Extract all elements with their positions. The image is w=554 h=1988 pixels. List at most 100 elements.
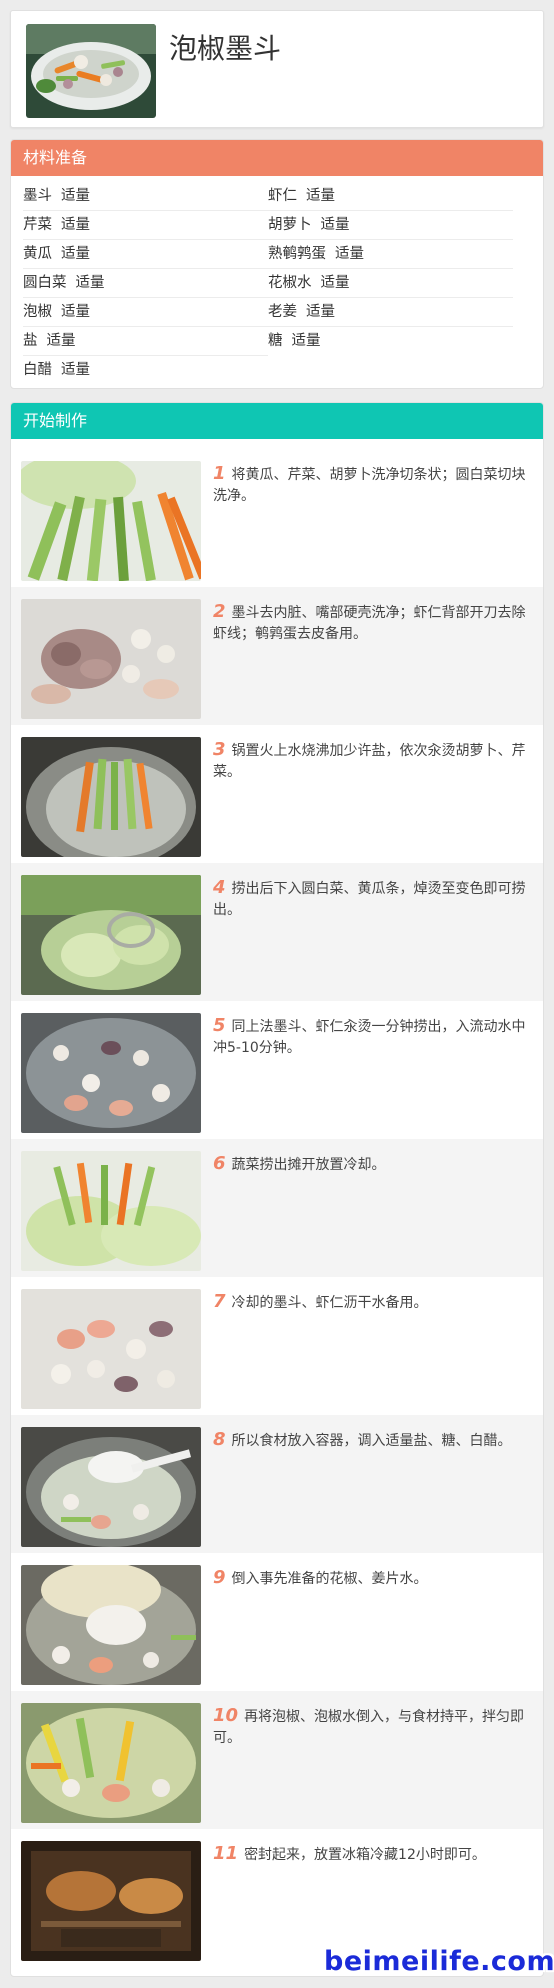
- step-image[interactable]: [21, 1427, 201, 1547]
- step-image[interactable]: [21, 599, 201, 719]
- ingredient-qty: 适量: [46, 333, 76, 349]
- step-image[interactable]: [21, 1013, 201, 1133]
- step-item: 7 冷却的墨斗、虾仁沥干水备用。: [11, 1277, 543, 1415]
- ingredient-name: 熟鹌鹑蛋: [268, 246, 326, 262]
- ingredient-qty: 适量: [61, 188, 90, 204]
- ingredient-qty: 适量: [61, 217, 90, 233]
- ingredient-item: 黄瓜 适量: [23, 240, 268, 269]
- step-image[interactable]: [21, 1703, 201, 1823]
- recipe-cover-image[interactable]: [26, 24, 156, 118]
- ingredient-item: 白醋 适量: [23, 356, 268, 385]
- step-number: 1: [213, 463, 226, 484]
- ingredient-qty: 适量: [306, 188, 335, 204]
- step-number: 7: [213, 1291, 226, 1312]
- step-image[interactable]: [21, 737, 201, 857]
- step-image[interactable]: [21, 1151, 201, 1271]
- step-text-wrap: 2 墨斗去内脏、嘴部硬壳洗净；虾仁背部开刀去除虾线；鹌鹑蛋去皮备用。: [213, 601, 531, 645]
- step-image[interactable]: [21, 461, 201, 581]
- ingredient-item: 盐适量: [23, 327, 268, 356]
- step-item: 2 墨斗去内脏、嘴部硬壳洗净；虾仁背部开刀去除虾线；鹌鹑蛋去皮备用。: [11, 587, 543, 725]
- steps-section: 开始制作 1 将黄瓜、芹菜、胡萝卜洗净切条状；圆白菜切块洗净。 2 墨斗去内脏、…: [10, 402, 544, 1977]
- ingredient-item: 圆白菜 适量: [23, 269, 268, 298]
- ingredient-item: 泡椒 适量: [23, 298, 268, 327]
- ingredient-qty: 适量: [306, 304, 335, 320]
- ingredient-name: 圆白菜: [23, 275, 67, 291]
- step-text: 同上法墨斗、虾仁汆烫一分钟捞出，入流动水中冲5-10分钟。: [213, 1019, 526, 1056]
- step-text-wrap: 9 倒入事先准备的花椒、姜片水。: [213, 1567, 531, 1590]
- step-text-wrap: 7 冷却的墨斗、虾仁沥干水备用。: [213, 1291, 531, 1314]
- ingredient-qty: 适量: [291, 333, 321, 349]
- ingredient-name: 盐: [23, 333, 38, 349]
- step-number: 11: [213, 1843, 239, 1864]
- step-text-wrap: 6 蔬菜捞出摊开放置冷却。: [213, 1153, 531, 1176]
- ingredient-qty: 适量: [61, 246, 90, 262]
- step-item: 5 同上法墨斗、虾仁汆烫一分钟捞出，入流动水中冲5-10分钟。: [11, 1001, 543, 1139]
- ingredient-item: 虾仁 适量: [268, 182, 513, 211]
- site-watermark: beimeilife.com: [324, 1946, 554, 1977]
- step-text: 密封起来，放置冰箱冷藏12小时即可。: [244, 1847, 486, 1863]
- recipe-title: 泡椒墨斗: [169, 32, 282, 65]
- ingredient-name: 芹菜: [23, 217, 52, 233]
- ingredient-name: 白醋: [23, 362, 52, 378]
- step-number: 2: [213, 601, 226, 622]
- step-item: 8 所以食材放入容器，调入适量盐、糖、白醋。: [11, 1415, 543, 1553]
- ingredient-item: 胡萝卜 适量: [268, 211, 513, 240]
- ingredient-qty: 适量: [320, 217, 350, 233]
- ingredient-name: 老姜: [268, 304, 297, 320]
- step-text-wrap: 5 同上法墨斗、虾仁汆烫一分钟捞出，入流动水中冲5-10分钟。: [213, 1015, 531, 1059]
- step-text: 蔬菜捞出摊开放置冷却。: [231, 1157, 386, 1173]
- step-number: 8: [213, 1429, 226, 1450]
- step-item: 3 锅置火上水烧沸加少许盐，依次汆烫胡萝卜、芹菜。: [11, 725, 543, 863]
- ingredient-qty: 适量: [61, 304, 90, 320]
- step-item: 10 再将泡椒、泡椒水倒入，与食材持平，拌匀即可。: [11, 1691, 543, 1829]
- ingredient-item: 糖适量: [268, 327, 513, 356]
- ingredient-name: 虾仁: [268, 188, 297, 204]
- step-number: 10: [213, 1705, 239, 1726]
- step-number: 9: [213, 1567, 226, 1588]
- step-text: 再将泡椒、泡椒水倒入，与食材持平，拌匀即可。: [213, 1709, 525, 1746]
- ingredient-name: 泡椒: [23, 304, 52, 320]
- step-text-wrap: 11 密封起来，放置冰箱冷藏12小时即可。: [213, 1843, 531, 1866]
- ingredient-item: 墨斗 适量: [23, 182, 268, 211]
- step-text: 将黄瓜、芹菜、胡萝卜洗净切条状；圆白菜切块洗净。: [213, 467, 526, 504]
- step-text-wrap: 3 锅置火上水烧沸加少许盐，依次汆烫胡萝卜、芹菜。: [213, 739, 531, 783]
- ingredient-name: 糖: [268, 333, 283, 349]
- step-text: 冷却的墨斗、虾仁沥干水备用。: [231, 1295, 428, 1311]
- ingredients-header: 材料准备: [11, 140, 543, 176]
- step-text: 所以食材放入容器，调入适量盐、糖、白醋。: [231, 1433, 512, 1449]
- step-text-wrap: 4 捞出后下入圆白菜、黄瓜条，焯烫至变色即可捞出。: [213, 877, 531, 921]
- ingredient-name: 黄瓜: [23, 246, 52, 262]
- ingredient-item: 老姜 适量: [268, 298, 513, 327]
- ingredient-name: 花椒水: [268, 275, 312, 291]
- step-text-wrap: 10 再将泡椒、泡椒水倒入，与食材持平，拌匀即可。: [213, 1705, 531, 1749]
- step-text-wrap: 8 所以食材放入容器，调入适量盐、糖、白醋。: [213, 1429, 531, 1452]
- step-item: 6 蔬菜捞出摊开放置冷却。: [11, 1139, 543, 1277]
- ingredient-item: 芹菜 适量: [23, 211, 268, 240]
- ingredient-item: 花椒水 适量: [268, 269, 513, 298]
- step-text: 捞出后下入圆白菜、黄瓜条，焯烫至变色即可捞出。: [213, 881, 526, 918]
- step-image[interactable]: [21, 875, 201, 995]
- step-item: 9 倒入事先准备的花椒、姜片水。: [11, 1553, 543, 1691]
- ingredient-name: 墨斗: [23, 188, 52, 204]
- ingredient-item: 熟鹌鹑蛋 适量: [268, 240, 513, 269]
- step-number: 6: [213, 1153, 226, 1174]
- step-number: 5: [213, 1015, 226, 1036]
- step-image[interactable]: [21, 1289, 201, 1409]
- step-image[interactable]: [21, 1841, 201, 1961]
- recipe-header-card: 泡椒墨斗: [10, 10, 544, 128]
- ingredients-section: 材料准备 墨斗 适量 虾仁 适量 芹菜 适量 胡萝卜 适量 黄瓜 适量 熟鹌鹑蛋 适量 圆白…: [10, 139, 544, 389]
- step-item: 1 将黄瓜、芹菜、胡萝卜洗净切条状；圆白菜切块洗净。: [11, 449, 543, 587]
- ingredient-qty: 适量: [61, 362, 90, 378]
- step-number: 4: [213, 877, 226, 898]
- steps-header: 开始制作: [11, 403, 543, 439]
- step-item: 4 捞出后下入圆白菜、黄瓜条，焯烫至变色即可捞出。: [11, 863, 543, 1001]
- ingredient-qty: 适量: [335, 246, 364, 262]
- ingredient-name: 胡萝卜: [268, 217, 312, 233]
- step-image[interactable]: [21, 1565, 201, 1685]
- ingredient-qty: 适量: [320, 275, 350, 291]
- step-text: 锅置火上水烧沸加少许盐，依次汆烫胡萝卜、芹菜。: [213, 743, 526, 780]
- step-text: 倒入事先准备的花椒、姜片水。: [231, 1571, 428, 1587]
- step-text: 墨斗去内脏、嘴部硬壳洗净；虾仁背部开刀去除虾线；鹌鹑蛋去皮备用。: [213, 605, 526, 642]
- ingredient-qty: 适量: [75, 275, 105, 291]
- step-number: 3: [213, 739, 226, 760]
